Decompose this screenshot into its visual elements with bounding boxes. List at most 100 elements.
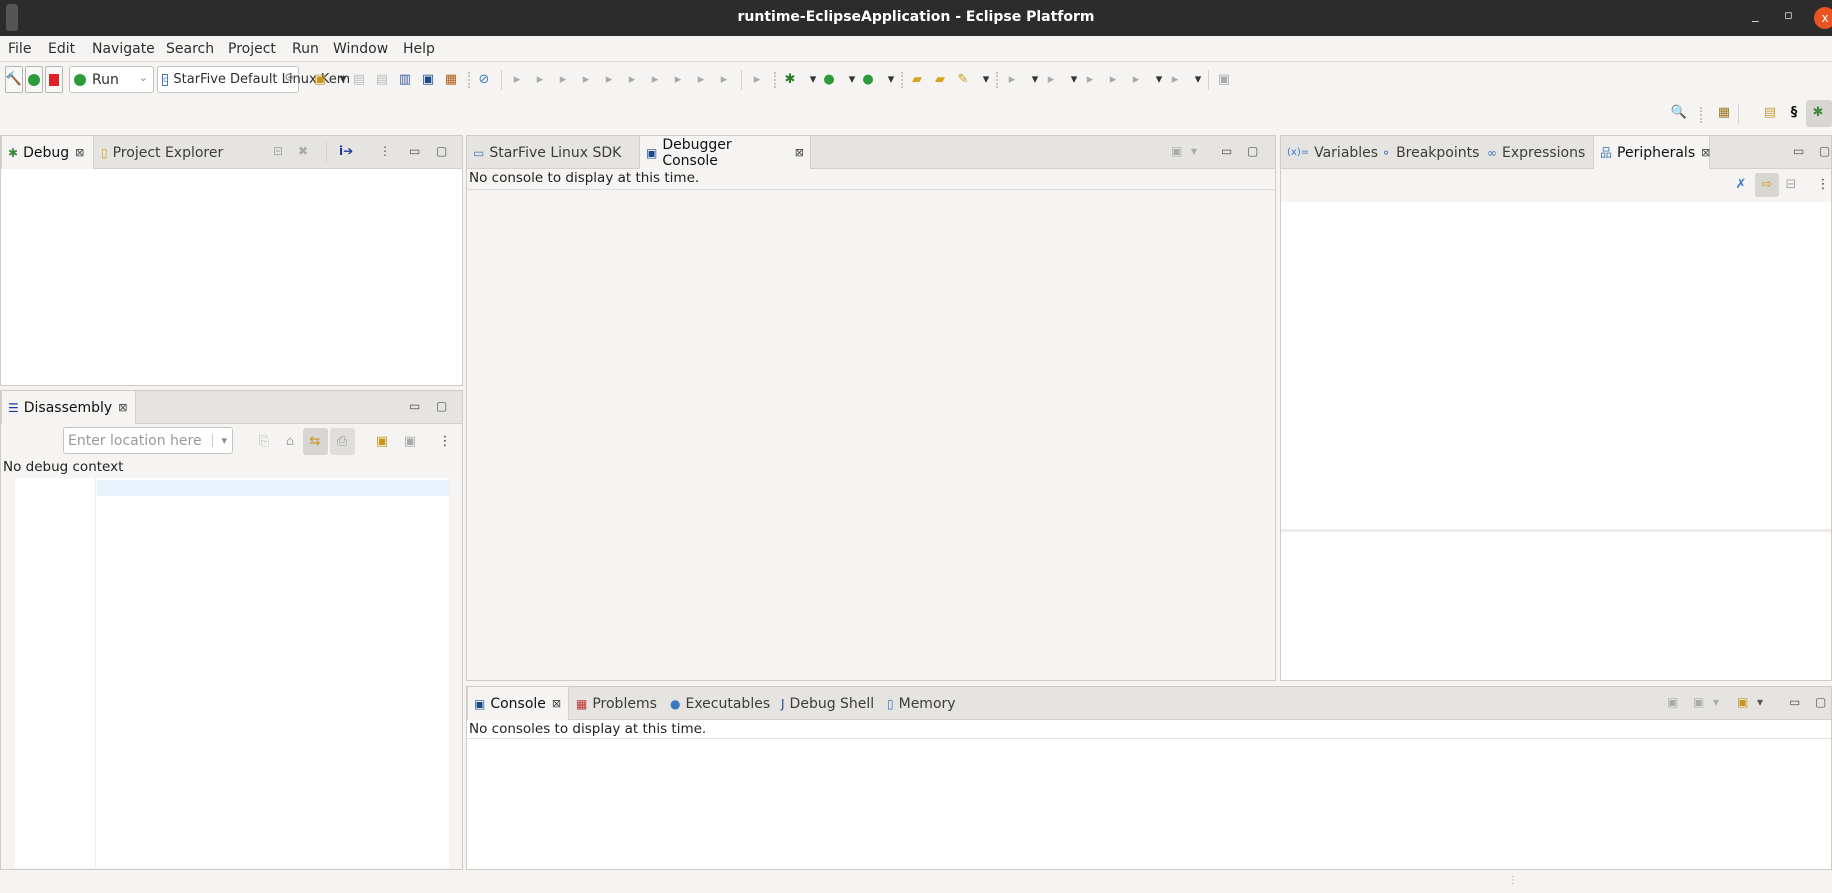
dropdown-icon[interactable]: ▾ [335,72,351,88]
forward-edit-icon[interactable]: ▸ [1105,72,1121,88]
forward-icon[interactable]: ▸ [1167,72,1183,88]
instruction-step-icon[interactable]: ▸ [670,72,686,88]
next-annotation-icon[interactable]: ▸ [1004,72,1020,88]
open-file-icon[interactable]: ▰ [932,72,948,88]
run-button[interactable] [25,66,43,93]
maximize-icon[interactable]: ▢ [1815,695,1826,709]
git-perspective-icon[interactable]: § [1786,105,1802,121]
save-all-icon[interactable]: ▤ [374,72,390,88]
tab-debug[interactable]: ✱ Debug ⊠ [1,136,94,169]
pin-icon[interactable]: ▣ [402,434,418,450]
collapse-all-icon[interactable]: ⊟ [273,144,283,158]
dropdown-icon[interactable]: ▾ [844,72,860,88]
maximize-icon[interactable]: ▢ [436,144,447,158]
dropdown-icon[interactable]: ▾ [1190,72,1206,88]
home-icon[interactable]: ⌂ [282,434,298,450]
chevron-down-icon[interactable]: ▾ [1191,144,1197,158]
menu-search[interactable]: Search [166,41,214,57]
open-console-icon[interactable]: ▣ [1737,695,1748,709]
launch-config-combo[interactable]: c StarFive Default Linux Kern ⚙ [157,66,350,93]
close-button[interactable]: x [1814,7,1832,29]
new-view-icon[interactable]: ▣ [374,434,390,450]
open-perspective-icon[interactable]: ▦ [1716,105,1732,121]
dropdown-icon[interactable]: ▾ [1027,72,1043,88]
save-icon[interactable]: ▤ [351,72,367,88]
step-into-icon[interactable]: ▸ [601,72,617,88]
status-bar-grip[interactable]: ⋮ [1508,875,1518,886]
maximize-icon[interactable]: ▢ [436,399,447,413]
menu-file[interactable]: File [8,41,31,57]
binary-icon[interactable]: ▥ [397,72,413,88]
minimize-button[interactable]: _ [1752,8,1759,23]
menu-edit[interactable]: Edit [48,41,75,57]
location-input[interactable]: Enter location here ▾ [63,427,233,454]
display-console-icon[interactable]: ▣ [1693,695,1704,709]
open-project-icon[interactable]: ▰ [909,72,925,88]
dropdown-icon[interactable]: ▾ [1066,72,1082,88]
tab-memory[interactable]: ▯ Memory [881,687,962,720]
console-icon[interactable]: ▣ [420,72,436,88]
skip-breakpoints-icon[interactable]: ⊘ [476,72,492,88]
search-icon[interactable]: 🔍 [1671,105,1687,121]
tab-disassembly[interactable]: ☰ Disassembly ⊠ [1,391,136,424]
tab-expressions[interactable]: ∞ Expressions [1481,136,1591,169]
debug-icon[interactable]: ✱ [782,72,798,88]
show-source-icon[interactable]: ⎙ [334,434,350,450]
format-icon[interactable]: ✗ [1733,177,1749,193]
view-menu-icon[interactable]: ⋮ [379,144,391,158]
link-icon[interactable]: ⇨ [1759,177,1775,193]
drop-to-frame-icon[interactable]: ▸ [716,72,732,88]
tab-debugger-console[interactable]: ▣ Debugger Console ⊠ [639,136,811,169]
stop-button[interactable] [45,66,63,93]
prev-annotation-icon[interactable]: ▸ [1043,72,1059,88]
collapse-all-icon[interactable]: ⊟ [1783,177,1799,193]
menu-run[interactable]: Run [292,41,319,57]
refresh-icon[interactable]: ▸ [749,72,765,88]
pencil-icon[interactable]: ✎ [955,72,971,88]
tab-problems[interactable]: ▦ Problems [570,687,663,720]
pin-editor-icon[interactable]: ▣ [1216,72,1232,88]
resume-icon[interactable]: ▸ [509,72,525,88]
maximize-icon[interactable]: ▢ [1247,144,1258,158]
remove-terminated-icon[interactable]: ✖ [298,144,308,158]
dropdown-icon[interactable]: ▾ [805,72,821,88]
close-icon[interactable]: ⊠ [118,401,127,414]
run-icon[interactable]: ● [821,72,837,88]
tab-project-explorer[interactable]: ▯ Project Explorer [95,136,229,169]
minimize-icon[interactable]: ▭ [409,399,420,413]
dropdown-icon[interactable]: ▾ [1151,72,1167,88]
build-icon[interactable]: ▦ [443,72,459,88]
chevron-down-icon[interactable]: ▾ [212,434,227,447]
tab-breakpoints[interactable]: ⚬ Breakpoints [1375,136,1485,169]
back-icon[interactable]: ▸ [1128,72,1144,88]
step-filters-icon[interactable]: i➔ [339,144,353,158]
tab-variables[interactable]: (x)= Variables [1281,136,1384,169]
suspend-icon[interactable]: ▸ [532,72,548,88]
chevron-down-icon[interactable]: ▾ [1713,695,1719,709]
sync-icon[interactable]: ⎘ [256,434,272,450]
tab-peripherals[interactable]: 品 Peripherals ⊠ [1593,136,1710,169]
display-console-icon[interactable]: ▣ [1171,144,1182,158]
tab-debug-shell[interactable]: J Debug Shell [775,687,880,720]
view-menu-icon[interactable]: ⋮ [437,434,453,450]
menu-window[interactable]: Window [333,41,388,57]
run-external-tool-icon[interactable]: ● [860,72,876,88]
cc-perspective-icon[interactable]: ▤ [1762,105,1778,121]
use-step-filters-icon[interactable]: ▸ [693,72,709,88]
tab-console[interactable]: ▣ Console ⊠ [467,687,569,720]
terminate-icon[interactable]: ▸ [555,72,571,88]
pin-console-icon[interactable]: ▣ [1667,695,1678,709]
maximize-icon[interactable]: ▢ [1819,144,1830,158]
menu-project[interactable]: Project [228,41,276,57]
close-icon[interactable]: ⊠ [75,146,84,159]
tab-starfive-linux-sdk[interactable]: ▭ StarFive Linux SDK [467,136,627,169]
menu-help[interactable]: Help [403,41,435,57]
close-icon[interactable]: ⊠ [795,146,804,159]
dropdown-icon[interactable]: ▾ [883,72,899,88]
chevron-down-icon[interactable]: ▾ [1757,695,1763,709]
detail-pane-divider[interactable] [1281,529,1831,532]
dropdown-icon[interactable]: ▾ [978,72,994,88]
close-icon[interactable]: ⊠ [1701,146,1710,159]
tab-executables[interactable]: ● Executables [664,687,776,720]
menu-navigate[interactable]: Navigate [92,41,155,57]
